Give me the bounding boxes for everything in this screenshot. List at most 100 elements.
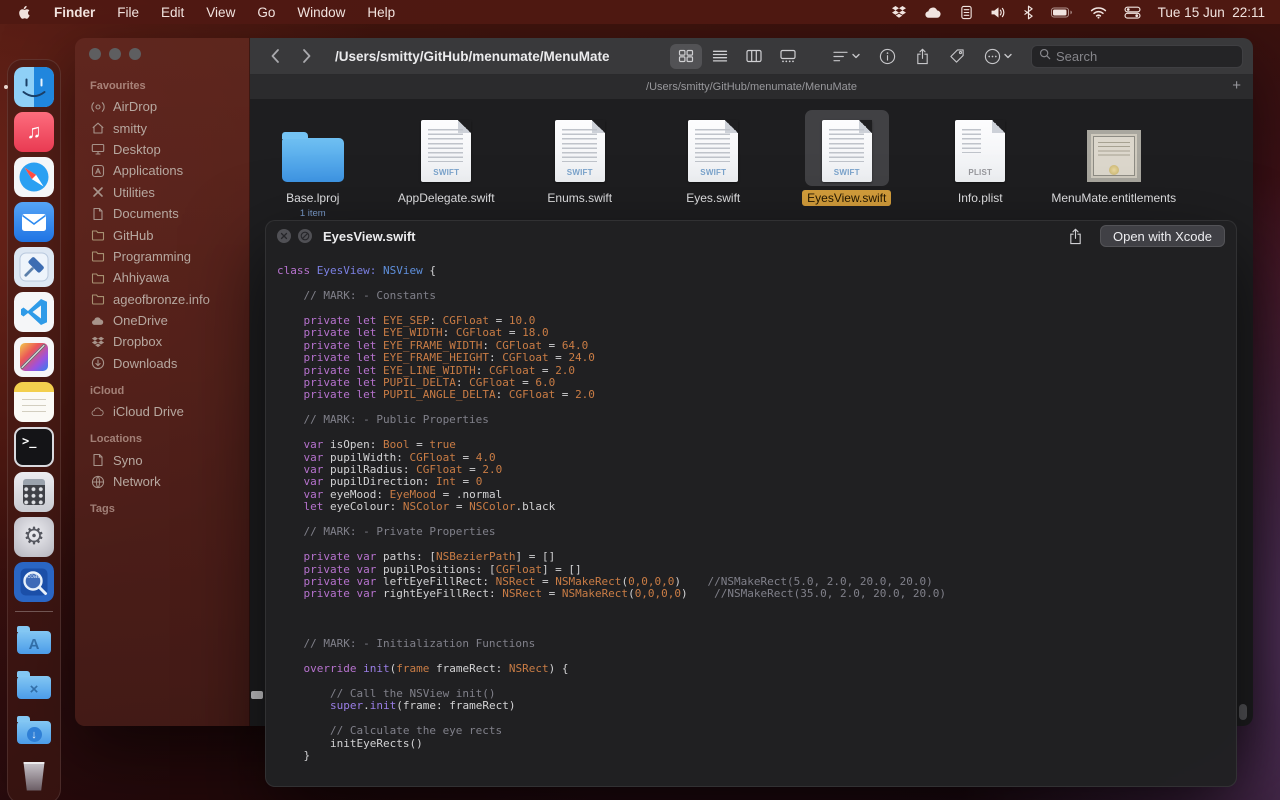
- code-line: [277, 601, 1230, 613]
- file-icon-box: SWIFT: [538, 110, 622, 186]
- sidebar-item-documents[interactable]: Documents: [75, 203, 249, 224]
- open-with-xcode-button[interactable]: Open with Xcode: [1100, 225, 1225, 247]
- apple-menu-icon[interactable]: [0, 5, 43, 20]
- sidebar-item-airdrop[interactable]: AirDrop: [75, 96, 249, 117]
- dropbox-icon[interactable]: [891, 5, 907, 19]
- notes-icon[interactable]: [14, 382, 54, 422]
- horizontal-scrollbar-thumb[interactable]: [251, 691, 263, 699]
- menu-bar-item-go[interactable]: Go: [246, 0, 286, 24]
- file-eyesview-swift[interactable]: SWIFTEyesView.swift: [780, 110, 914, 219]
- menu-bar-item-finder[interactable]: Finder: [43, 0, 106, 24]
- forward-button[interactable]: [295, 44, 319, 68]
- menu-bar-item-view[interactable]: View: [195, 0, 246, 24]
- minimize-window-button[interactable]: [109, 48, 121, 60]
- close-window-button[interactable]: [89, 48, 101, 60]
- view-mode-icons-button[interactable]: [670, 44, 702, 69]
- more-button[interactable]: [984, 48, 1012, 65]
- file-menumate-entitlements[interactable]: MenuMate.entitlements: [1047, 110, 1181, 219]
- sidebar-item-ahhiyawa[interactable]: Ahhiyawa: [75, 267, 249, 288]
- sidebar-item-label: GitHub: [113, 228, 153, 243]
- tag-button[interactable]: [949, 48, 965, 64]
- onedrive-icon[interactable]: [924, 6, 943, 19]
- control-center-icon[interactable]: [1124, 6, 1141, 19]
- settings-icon[interactable]: ⚙: [14, 517, 54, 557]
- menu-bar-item-edit[interactable]: Edit: [150, 0, 195, 24]
- file-icon-box: [271, 110, 355, 186]
- mail-icon[interactable]: [14, 202, 54, 242]
- file-appdelegate-swift[interactable]: SWIFTAppDelegate.swift: [380, 110, 514, 219]
- volume-icon[interactable]: [990, 6, 1007, 19]
- group-button[interactable]: [832, 50, 860, 63]
- vertical-scrollbar-thumb[interactable]: [1239, 704, 1247, 720]
- sidebar-item-desktop[interactable]: Desktop: [75, 139, 249, 160]
- share-icon[interactable]: [1068, 228, 1083, 245]
- list-icon[interactable]: [960, 5, 973, 20]
- sidebar-item-onedrive[interactable]: OneDrive: [75, 310, 249, 331]
- terminal-icon[interactable]: >_: [14, 427, 54, 467]
- desktop-icon: [90, 142, 105, 157]
- sidebar-item-github[interactable]: GitHub: [75, 224, 249, 245]
- file-icon-box: PLIST: [938, 110, 1022, 186]
- finder-icon[interactable]: [14, 67, 54, 107]
- search-input[interactable]: [1056, 49, 1235, 64]
- share-button[interactable]: [915, 48, 930, 65]
- file-type-badge: SWIFT: [555, 168, 605, 177]
- code-line: super.init(frame: frameRect): [277, 700, 1230, 712]
- search-app-icon[interactable]: coau: [14, 562, 54, 602]
- sidebar-item-applications[interactable]: Applications: [75, 160, 249, 181]
- file-eyes-swift[interactable]: SWIFTEyes.swift: [647, 110, 781, 219]
- sidebar-item-utilities[interactable]: Utilities: [75, 182, 249, 203]
- menu-bar-clock[interactable]: Tue 15 Jun 22:11: [1158, 5, 1265, 20]
- search-field[interactable]: [1031, 45, 1243, 68]
- menu-bar-item-file[interactable]: File: [106, 0, 150, 24]
- menu-bar-item-help[interactable]: Help: [356, 0, 406, 24]
- sidebar-item-downloads[interactable]: Downloads: [75, 353, 249, 374]
- safari-icon[interactable]: [14, 157, 54, 197]
- quicklook-close-button[interactable]: [277, 229, 291, 243]
- zoom-window-button[interactable]: [129, 48, 141, 60]
- folder-applications-icon[interactable]: A: [14, 621, 54, 661]
- sidebar-item-smitty[interactable]: smitty: [75, 117, 249, 138]
- sidebar-item-network[interactable]: Network: [75, 471, 249, 492]
- view-mode-list-button[interactable]: [704, 44, 736, 69]
- quicklook-expand-button[interactable]: [298, 229, 312, 243]
- file-type-badge: SWIFT: [421, 168, 471, 177]
- view-mode-columns-button[interactable]: [738, 44, 770, 69]
- sidebar-item-ageofbronze-info[interactable]: ageofbronze.info: [75, 289, 249, 310]
- new-tab-button[interactable]: +: [1232, 77, 1241, 94]
- xcode-icon[interactable]: [14, 247, 54, 287]
- menu-bar-item-window[interactable]: Window: [286, 0, 356, 24]
- folder-icon: [282, 138, 344, 182]
- code-line: }: [277, 750, 1230, 762]
- sidebar-item-label: Desktop: [113, 142, 161, 157]
- finder-path-tab-bar[interactable]: /Users/smitty/GitHub/menumate/MenuMate +: [250, 75, 1253, 100]
- trash-icon[interactable]: [14, 756, 54, 796]
- view-mode-gallery-button[interactable]: [772, 44, 804, 69]
- dock-item-mail: [14, 202, 54, 242]
- file-base-lproj[interactable]: Base.lproj1 item: [246, 110, 380, 219]
- sidebar-item-syno[interactable]: Syno: [75, 449, 249, 470]
- document-icon: [90, 453, 105, 468]
- sidebar-item-programming[interactable]: Programming: [75, 246, 249, 267]
- sidebar-item-dropbox[interactable]: Dropbox: [75, 331, 249, 352]
- prompt-glyph: >_: [22, 434, 36, 448]
- calculator-icon[interactable]: [14, 472, 54, 512]
- back-button[interactable]: [263, 44, 287, 68]
- sidebar-item-icloud-drive[interactable]: iCloud Drive: [75, 401, 249, 422]
- folder-utilities-icon[interactable]: ×: [14, 666, 54, 706]
- file-name-label: EyesView.swift: [802, 190, 891, 206]
- sidebar-item-label: Syno: [113, 453, 143, 468]
- folder-downloads-icon[interactable]: ↓: [14, 711, 54, 751]
- file-enums-swift[interactable]: SWIFTEnums.swift: [513, 110, 647, 219]
- music-icon[interactable]: ♫: [14, 112, 54, 152]
- design-icon[interactable]: [14, 337, 54, 377]
- gear-glyph: ⚙: [23, 525, 45, 549]
- applications-icon: [90, 163, 105, 178]
- battery-icon[interactable]: [1050, 7, 1073, 18]
- wifi-icon[interactable]: [1090, 6, 1107, 19]
- info-button[interactable]: [879, 48, 896, 65]
- downloads-icon: [90, 356, 105, 371]
- file-info-plist[interactable]: PLISTInfo.plist: [914, 110, 1048, 219]
- bluetooth-icon[interactable]: [1024, 5, 1033, 20]
- vscode-icon[interactable]: [14, 292, 54, 332]
